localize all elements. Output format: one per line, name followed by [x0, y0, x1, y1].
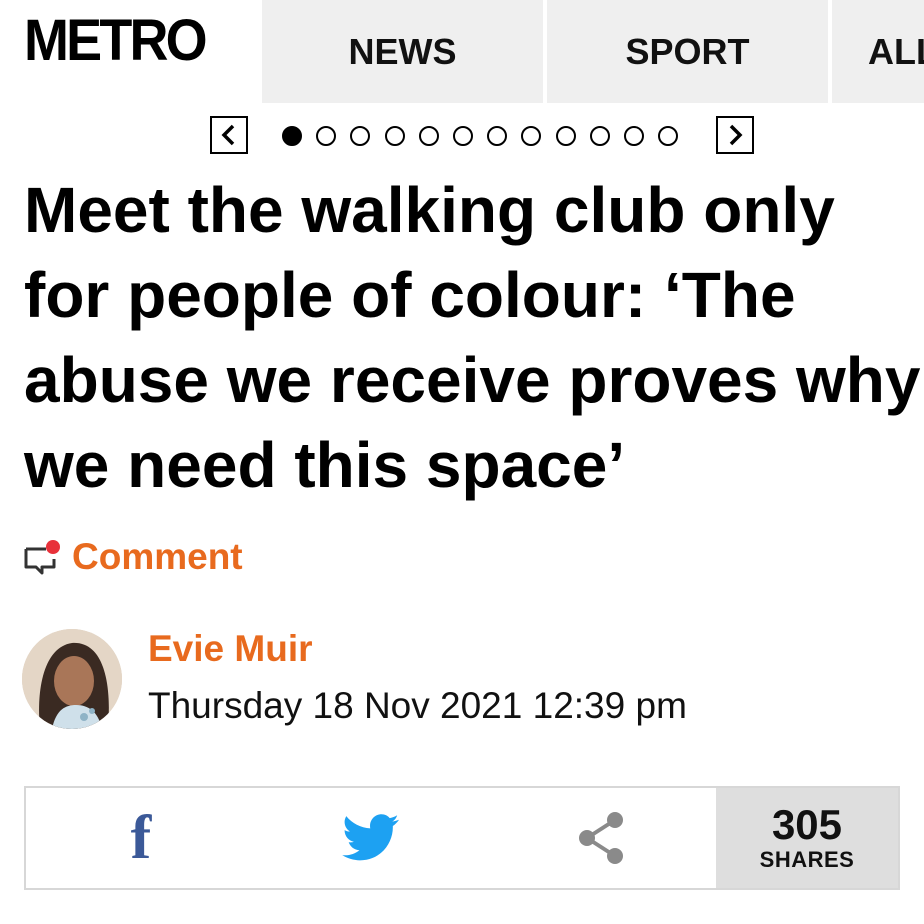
- publish-date: Thursday 18 Nov 2021 12:39 pm: [148, 685, 687, 726]
- share-count: 305: [771, 801, 843, 848]
- carousel-dot[interactable]: [624, 126, 644, 146]
- carousel-dot[interactable]: [453, 126, 473, 146]
- carousel-dot[interactable]: [487, 126, 508, 146]
- chevron-left-icon: [221, 124, 235, 146]
- nav-tab-news[interactable]: NEWS: [262, 0, 543, 103]
- author-photo: [22, 629, 122, 729]
- nav-tab-all[interactable]: ALL: [832, 0, 924, 103]
- share-count-box: 305 SHARES: [716, 788, 898, 888]
- carousel-pager: [210, 116, 760, 158]
- carousel-dot[interactable]: [418, 126, 439, 146]
- page: METRO NEWS SPORT ALL Meet the walking cl…: [0, 0, 924, 924]
- share-icon: [579, 812, 623, 864]
- carousel-dot[interactable]: [658, 126, 679, 146]
- carousel-dot[interactable]: [555, 126, 576, 146]
- carousel-dot[interactable]: [589, 126, 610, 146]
- carousel-dot[interactable]: [384, 126, 405, 146]
- facebook-icon: f: [130, 804, 152, 872]
- carousel-dot[interactable]: [521, 126, 542, 146]
- top-navigation: METRO NEWS SPORT ALL: [0, 0, 924, 103]
- twitter-icon: [342, 814, 399, 861]
- chevron-right-icon: [729, 124, 743, 146]
- comment-icon: [24, 540, 60, 575]
- author-name-link[interactable]: Evie Muir: [148, 628, 313, 670]
- carousel-dot[interactable]: [316, 126, 337, 146]
- carousel-prev-button[interactable]: [210, 116, 248, 154]
- article-headline: Meet the walking club only for people of…: [24, 174, 921, 501]
- comment-link[interactable]: Comment: [22, 532, 243, 582]
- twitter-share-button[interactable]: [256, 788, 486, 888]
- nav-tab-sport[interactable]: SPORT: [547, 0, 828, 103]
- facebook-share-button[interactable]: f: [26, 788, 256, 888]
- carousel-dot-active[interactable]: [282, 126, 302, 146]
- author-avatar[interactable]: [22, 629, 122, 729]
- comment-label: Comment: [72, 536, 243, 577]
- metro-logo[interactable]: METRO: [24, 6, 208, 76]
- carousel-next-button[interactable]: [716, 116, 754, 154]
- share-bar: f 305 SHARES: [24, 786, 900, 890]
- carousel-dot[interactable]: [350, 126, 371, 146]
- share-button[interactable]: [486, 788, 716, 888]
- share-count-label: SHARES: [759, 847, 855, 872]
